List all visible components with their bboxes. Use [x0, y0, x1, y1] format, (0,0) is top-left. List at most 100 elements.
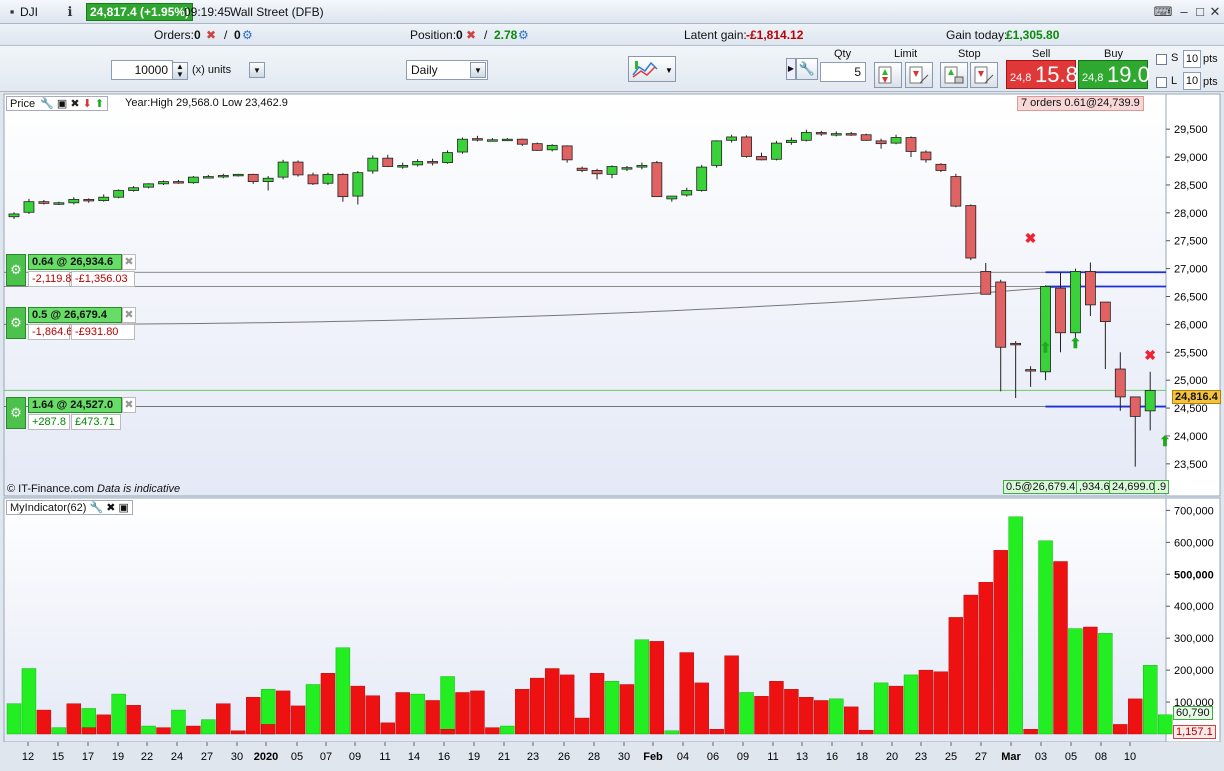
position-close-icon[interactable]: ✖ [122, 254, 136, 270]
volume-bar-down [290, 705, 306, 735]
toolbar-arrow-button[interactable]: ▶ [786, 58, 796, 80]
volume-bar-down [530, 677, 545, 735]
keyboard-icon[interactable]: ⌨ [1153, 4, 1173, 20]
volume-bar-down [1128, 698, 1143, 735]
orders-badge[interactable]: 7 orders 0.61@24,739.9 [1017, 96, 1144, 111]
position-gear-button[interactable]: ⚙ [6, 307, 26, 339]
candle-up [262, 177, 274, 182]
candle-down [427, 161, 439, 164]
candle-up [128, 187, 140, 191]
candle-up [1040, 286, 1051, 373]
candle-down [1114, 368, 1126, 398]
volume-bar-up [604, 681, 620, 735]
candle-down [337, 173, 349, 198]
close-icon[interactable]: ✕ [1207, 4, 1223, 20]
long-pts-input[interactable]: 10 [1183, 72, 1201, 90]
orders-cancel-icon[interactable]: ✖ [206, 28, 216, 42]
volume-bar-up [739, 692, 754, 735]
minimize-icon[interactable]: ‒ [1176, 4, 1192, 20]
quantity-input[interactable]: 10000 [111, 60, 173, 80]
indicator-close-icon[interactable]: ✖ [106, 502, 115, 514]
wrench-icon[interactable]: 🔧 [40, 98, 54, 110]
settings-wrench-button[interactable]: 🔧 [796, 58, 818, 80]
candle-up [322, 173, 334, 184]
up-arrow-icon[interactable]: ⬆ [95, 98, 104, 110]
date-tick-label: 30 [618, 751, 630, 763]
date-tick-label: 06 [707, 751, 719, 763]
long-checkbox[interactable] [1156, 77, 1167, 88]
candle-up [232, 173, 244, 177]
indicator-window-icon[interactable]: ▣ [119, 502, 129, 514]
candle-up [696, 166, 708, 191]
date-tick-label: 27 [201, 751, 213, 763]
candle-up [830, 133, 842, 136]
short-label: S [1171, 52, 1179, 64]
down-arrow-icon[interactable]: ⬇ [83, 98, 92, 110]
candle-up [442, 152, 453, 164]
position-close-icon[interactable]: ✖ [122, 307, 136, 323]
sell-price-main: 15.8 [1035, 62, 1078, 87]
position-gear-button[interactable]: ⚙ [6, 397, 26, 429]
candle-down [307, 174, 319, 185]
short-checkbox[interactable] [1156, 54, 1167, 65]
limit-buy-button[interactable] [874, 62, 902, 88]
long-pts-label: pts [1203, 76, 1218, 88]
candle-up [1144, 389, 1156, 412]
volume-bar-down [1053, 561, 1068, 735]
volume-bar-up [51, 727, 67, 735]
date-tick-label: 28 [588, 751, 600, 763]
position-label: Position: [410, 28, 457, 42]
buy-button[interactable]: 24,8 19.0 [1078, 60, 1150, 89]
date-tick-label: 09 [349, 751, 361, 763]
candle-up [1070, 270, 1081, 334]
volume-bar-down [455, 692, 470, 735]
volume-tick-label: 600,000 [1174, 537, 1214, 549]
stop-sell-button[interactable] [970, 62, 998, 88]
maximize-icon[interactable]: □ [1192, 4, 1208, 20]
candle-up [8, 213, 20, 218]
units-dropdown-icon[interactable]: ▼ [249, 62, 265, 78]
qty-input[interactable]: 5 [820, 62, 866, 82]
position-close-icon[interactable]: ✖ [122, 397, 136, 413]
date-tick-label: 10 [1124, 751, 1136, 763]
chart-canvas[interactable]: 23,500 24,000 24,500 25,000 25,500 26,000 26,5… [0, 92, 1224, 771]
position-cancel-icon[interactable]: ✖ [466, 28, 476, 42]
indicator-wrench-icon[interactable]: 🔧 [89, 502, 103, 514]
indicator-green-tag: 60,790 [1173, 706, 1213, 720]
volume-bar-down [1113, 724, 1128, 735]
volume-bar-up [1157, 714, 1173, 735]
orders-separator: / [224, 28, 228, 42]
position-gear-button[interactable]: ⚙ [6, 254, 26, 286]
chart-style-button[interactable]: ▼ [628, 56, 676, 82]
volume-bar-up [664, 730, 679, 735]
price-tick-label: 28,500 [1174, 180, 1208, 192]
volume-bar-down [545, 668, 560, 735]
position-gear-icon[interactable]: ⚙ [518, 28, 529, 42]
volume-bar-down [395, 692, 410, 735]
candle-down [741, 136, 752, 157]
candle-up [666, 195, 678, 200]
menu-icon[interactable]: ▪ [4, 4, 20, 20]
volume-bar-up [1098, 633, 1113, 735]
price-tick-label: 27,500 [1174, 236, 1208, 248]
info-icon[interactable]: ℹ [62, 4, 78, 20]
close-panel-icon[interactable]: ✖ [70, 98, 79, 110]
candle-up [636, 165, 648, 168]
short-pts-input[interactable]: 10 [1183, 50, 1201, 68]
candle-down [905, 137, 917, 152]
orders-gear-icon[interactable]: ⚙ [242, 28, 253, 42]
volume-bar-down [694, 682, 709, 735]
date-tick-label: 24 [171, 751, 183, 763]
sell-button[interactable]: 24,8 15.8 [1006, 60, 1078, 89]
interval-dropdown-icon[interactable]: ▼ [470, 62, 486, 78]
quantity-stepper[interactable]: ▲ ▼ [172, 62, 188, 80]
svg-text:▼: ▼ [665, 66, 673, 75]
volume-bar-down [814, 700, 829, 735]
stop-buy-button[interactable] [940, 62, 968, 88]
window-icon[interactable]: ▣ [57, 98, 67, 110]
candle-down [920, 151, 932, 161]
volume-bar-up [171, 709, 186, 735]
limit-sell-button[interactable] [905, 62, 933, 88]
live-price: 24,817.4 (+1.95%) [86, 3, 194, 21]
buy-header: Buy [1104, 48, 1123, 60]
